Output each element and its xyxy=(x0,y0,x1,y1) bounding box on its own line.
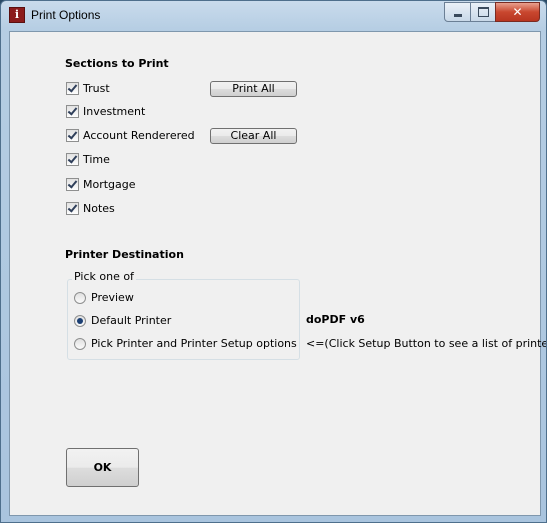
print-all-button[interactable]: Print All xyxy=(210,81,297,97)
checkbox-time[interactable]: Time xyxy=(66,153,110,166)
checkbox-label: Investment xyxy=(83,105,146,118)
caption-buttons: ✕ xyxy=(444,2,540,22)
setup-hint-text: <=(Click Setup Button to see a list of p… xyxy=(306,337,547,350)
print-options-window: i Print Options ✕ Sections to Print Trus… xyxy=(0,0,547,523)
checkbox-notes[interactable]: Notes xyxy=(66,202,115,215)
radio-label: Default Printer xyxy=(91,314,172,327)
radio-button[interactable] xyxy=(74,314,86,327)
close-icon: ✕ xyxy=(512,5,523,19)
checkbox-trust[interactable]: Trust xyxy=(66,82,110,95)
radio-default-printer[interactable]: Default Printer xyxy=(74,314,171,327)
app-icon: i xyxy=(9,7,25,23)
radio-button[interactable] xyxy=(74,337,86,350)
checkbox-mortgage[interactable]: Mortgage xyxy=(66,178,136,191)
checkbox-account-rendered[interactable]: Account Renderered xyxy=(66,129,195,142)
checkbox-label: Time xyxy=(83,153,110,166)
close-button[interactable]: ✕ xyxy=(495,2,540,22)
minimize-icon xyxy=(453,13,462,17)
maximize-icon xyxy=(477,7,489,17)
checkbox-label: Trust xyxy=(83,82,110,95)
radio-label: Preview xyxy=(91,291,134,304)
checkbox-label: Mortgage xyxy=(83,178,136,191)
printer-destination-heading: Printer Destination xyxy=(65,248,184,261)
checkbox-box[interactable] xyxy=(66,178,79,191)
minimize-button[interactable] xyxy=(444,2,471,22)
checkbox-label: Account Renderered xyxy=(83,129,195,142)
clear-all-button[interactable]: Clear All xyxy=(210,128,297,144)
checkbox-box[interactable] xyxy=(66,129,79,142)
radio-label: Pick Printer and Printer Setup options xyxy=(91,337,297,350)
default-printer-name: doPDF v6 xyxy=(306,313,365,326)
radio-button[interactable] xyxy=(74,291,86,304)
ok-button[interactable]: OK xyxy=(66,448,139,487)
sections-heading: Sections to Print xyxy=(65,57,169,70)
radio-pick-printer[interactable]: Pick Printer and Printer Setup options xyxy=(74,337,297,350)
checkbox-investment[interactable]: Investment xyxy=(66,105,145,118)
dialog-client-area: Sections to Print Trust Investment Accou… xyxy=(9,31,546,516)
checkbox-label: Notes xyxy=(83,202,115,215)
checkbox-box[interactable] xyxy=(66,82,79,95)
checkbox-box[interactable] xyxy=(66,153,79,166)
printer-group-label: Pick one of xyxy=(72,270,136,283)
radio-preview[interactable]: Preview xyxy=(74,291,134,304)
checkbox-box[interactable] xyxy=(66,202,79,215)
checkbox-box[interactable] xyxy=(66,105,79,118)
title-bar[interactable]: i Print Options ✕ xyxy=(1,1,546,31)
window-title: Print Options xyxy=(31,8,101,22)
maximize-button[interactable] xyxy=(470,2,496,22)
